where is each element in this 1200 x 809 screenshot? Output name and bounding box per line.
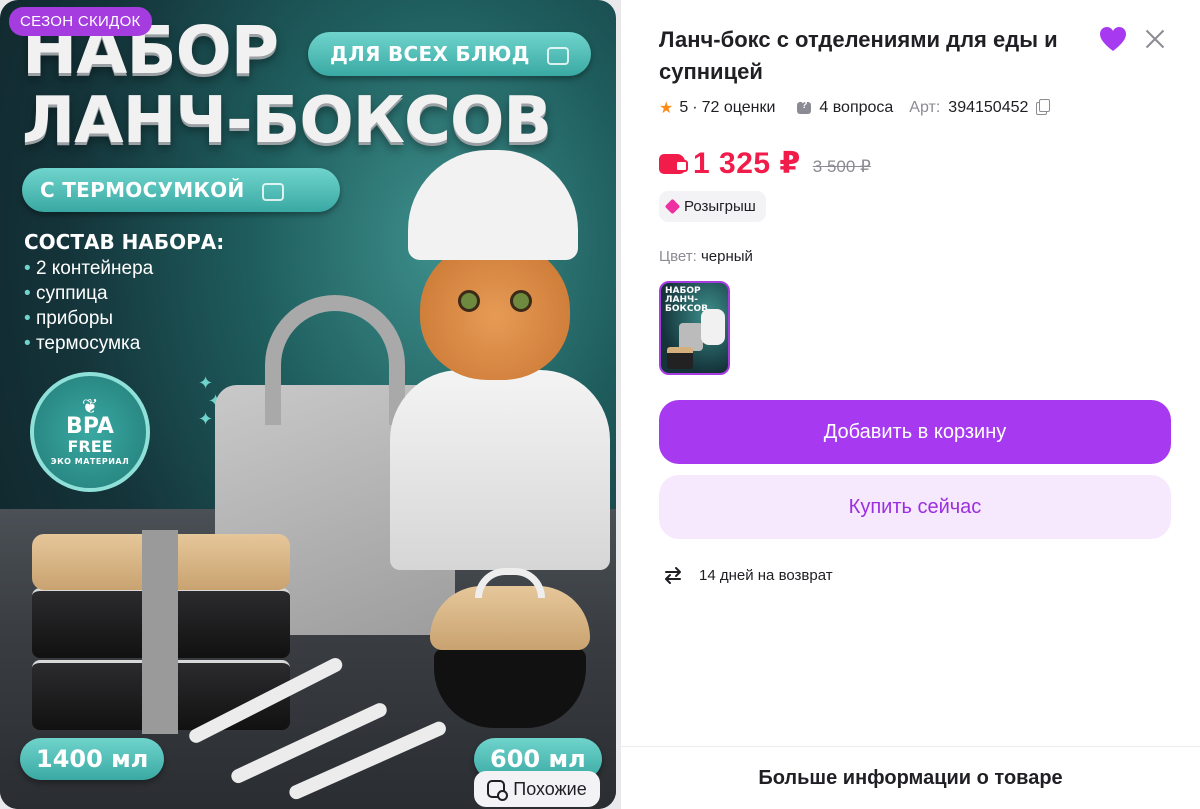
article-number: 394150452: [948, 99, 1029, 116]
rating-value: 5: [679, 99, 689, 116]
return-policy-text: 14 дней на возврат: [699, 566, 833, 584]
similar-button[interactable]: Похожие: [474, 771, 600, 807]
color-value: черный: [700, 248, 753, 265]
set-item: суппица: [24, 281, 153, 306]
soup-body: [434, 648, 586, 728]
similar-label: Похожие: [513, 778, 587, 799]
separator-dot: ·: [692, 99, 698, 116]
reviews-link[interactable]: 72 оценки: [702, 99, 776, 117]
color-variant-thumbnail[interactable]: НАБОР ЛАНЧ-БОКСОВ: [659, 281, 730, 375]
rating-row: ★ 5 · 72 оценки 4 вопроса Арт: 394150452: [659, 98, 1051, 118]
bpa-free-badge: ❦ BPA FREE ЭКО МАТЕРИАЛ: [30, 372, 150, 492]
more-info-button[interactable]: Больше информации о товаре: [621, 746, 1200, 809]
chef-hat: [408, 150, 578, 260]
similar-search-icon: [487, 780, 509, 801]
thumbnail-cat: [701, 309, 725, 345]
set-contents-list: 2 контейнера суппица приборы термосумка: [24, 256, 153, 356]
thumbnail-lunchbox: [667, 347, 693, 369]
set-contents-title: СОСТАВ НАБОРА:: [24, 230, 225, 254]
chef-cat-illustration: [390, 150, 610, 570]
set-item: термосумка: [24, 331, 153, 356]
raffle-label: Розыгрыш: [684, 198, 756, 215]
cat-eye: [458, 290, 480, 312]
article-label: Арт:: [909, 99, 941, 116]
all-dishes-pill: ДЛЯ ВСЕХ БЛЮД: [308, 32, 592, 76]
set-item: 2 контейнера: [24, 256, 153, 281]
bpa-text: BPA: [66, 414, 114, 439]
sale-season-badge: СЕЗОН СКИДОК: [9, 7, 152, 36]
raffle-diamond-icon: [664, 198, 681, 215]
raffle-chip[interactable]: Розыгрыш: [659, 191, 766, 222]
dish-icon: [547, 46, 570, 65]
buy-now-button[interactable]: Купить сейчас: [659, 475, 1171, 539]
free-text: FREE: [67, 437, 113, 456]
leaf-icon: ❦: [81, 394, 99, 418]
close-icon[interactable]: [1144, 28, 1166, 50]
set-item: приборы: [24, 306, 153, 331]
image-headline-line2: ЛАНЧ-БОКСОВ: [22, 84, 552, 158]
return-policy-row: 14 дней на возврат: [663, 564, 833, 586]
copy-icon[interactable]: [1036, 98, 1051, 115]
heart-icon[interactable]: [1099, 26, 1127, 52]
chef-coat: [390, 370, 610, 570]
volume-1400-pill: 1400 мл: [20, 738, 165, 780]
question-bubble-icon: [797, 100, 812, 114]
current-price: 1 325 ₽: [693, 147, 801, 180]
cat-eye: [510, 290, 532, 312]
color-label: Цвет:: [659, 248, 697, 265]
bag-handle: [265, 295, 405, 425]
old-price: 3 500 ₽: [812, 156, 871, 176]
soup-handle: [475, 568, 545, 598]
questions-link[interactable]: 4 вопроса: [819, 99, 893, 117]
cat-head: [420, 240, 570, 380]
price-row: 1 325 ₽ 3 500 ₽: [659, 146, 871, 181]
color-selector-label: Цвет: черный: [659, 248, 753, 265]
add-to-cart-button[interactable]: Добавить в корзину: [659, 400, 1171, 464]
lunchbox-strap: [142, 530, 178, 734]
eco-material-text: ЭКО МАТЕРИАЛ: [50, 457, 130, 466]
product-image[interactable]: НАБОР ЛАНЧ-БОКСОВ ДЛЯ ВСЕХ БЛЮД С ТЕРМОС…: [0, 0, 616, 809]
return-arrows-icon: [663, 564, 683, 586]
thermo-bag-pill: С ТЕРМОСУМКОЙ: [22, 168, 340, 212]
thermo-bag-label: С ТЕРМОСУМКОЙ: [40, 178, 245, 202]
product-details-panel: Ланч-бокс с отделениями для еды и супниц…: [621, 0, 1200, 809]
bag-icon: [261, 182, 284, 201]
star-icon: ★: [659, 100, 674, 117]
thumbnail-headline-line2: ЛАНЧ-БОКСОВ: [665, 295, 708, 314]
soup-container-illustration: [430, 568, 590, 728]
product-title: Ланч-бокс с отделениями для еды и супниц…: [659, 27, 1058, 84]
all-dishes-label: ДЛЯ ВСЕХ БЛЮД: [330, 42, 530, 66]
wallet-icon: [659, 153, 688, 174]
